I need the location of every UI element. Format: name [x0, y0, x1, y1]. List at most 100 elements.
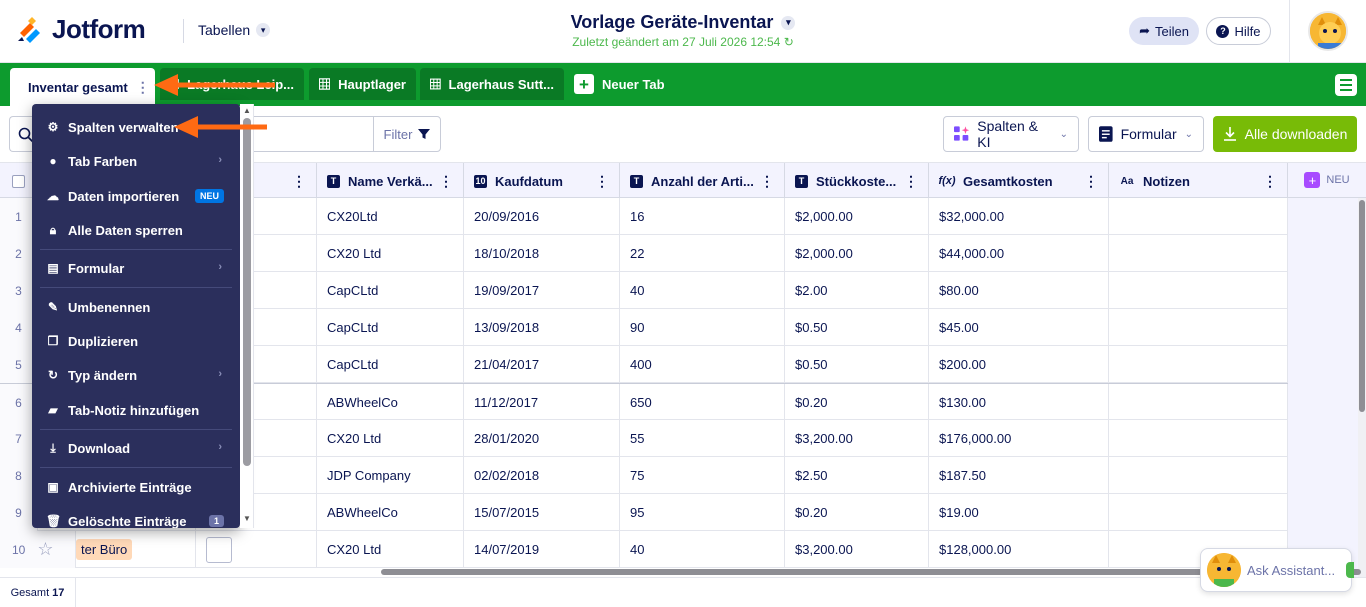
quantity-cell[interactable]: 75 [620, 457, 785, 494]
add-column-button[interactable]: + NEU [1288, 162, 1366, 198]
seller-cell[interactable]: CapCLtd [317, 272, 464, 309]
seller-cell[interactable]: CapCLtd [317, 346, 464, 383]
menu-item-import-data[interactable]: ☁ Daten importieren NEU [32, 181, 240, 211]
image-cell[interactable] [196, 531, 317, 568]
tab-menu-dots-icon[interactable]: ⋮ [136, 79, 150, 96]
seller-cell[interactable]: CX20 Ltd [317, 235, 464, 272]
seller-cell[interactable]: CapCLtd [317, 309, 464, 346]
column-header-total-cost[interactable]: f(x) Gesamtkosten ⋮ [929, 163, 1109, 199]
seller-cell[interactable]: ABWheelCo [317, 384, 464, 421]
total-cost-cell[interactable]: $176,000.00 [929, 420, 1109, 457]
column-menu-icon[interactable]: ⋮ [1084, 173, 1098, 190]
avatar[interactable] [1308, 11, 1348, 51]
unit-cost-cell[interactable]: $2.00 [785, 272, 929, 309]
horizontal-scrollbar[interactable] [0, 567, 1366, 577]
notes-cell[interactable] [1109, 494, 1288, 531]
column-header-unit-cost[interactable]: T Stückkoste... ⋮ [785, 163, 929, 199]
date-cell[interactable]: 13/09/2018 [464, 309, 620, 346]
select-all-checkbox[interactable] [12, 174, 25, 188]
column-menu-icon[interactable]: ⋮ [1263, 173, 1277, 190]
seller-cell[interactable]: ABWheelCo [317, 494, 464, 531]
total-cost-cell[interactable]: $200.00 [929, 346, 1109, 383]
date-cell[interactable]: 14/07/2019 [464, 531, 620, 568]
menu-item-duplicate[interactable]: ❐ Duplizieren [32, 326, 240, 356]
notes-cell[interactable] [1109, 235, 1288, 272]
form-button[interactable]: Formular ⌄ [1088, 116, 1204, 152]
quantity-cell[interactable]: 650 [620, 384, 785, 421]
seller-cell[interactable]: CX20 Ltd [317, 531, 464, 568]
unit-cost-cell[interactable]: $2,000.00 [785, 198, 929, 235]
notes-cell[interactable] [1109, 198, 1288, 235]
filter-button[interactable]: Filter [373, 116, 441, 152]
ask-assistant-button[interactable]: Ask Assistant... [1200, 548, 1352, 592]
scroll-down-icon[interactable]: ▼ [243, 514, 251, 523]
menu-item-add-tab-note[interactable]: ▰ Tab-Notiz hinzufügen [32, 395, 240, 425]
tab-lagerhaus-stuttgart[interactable]: Lagerhaus Sutt... [420, 68, 564, 100]
quantity-cell[interactable]: 16 [620, 198, 785, 235]
total-cost-cell[interactable]: $44,000.00 [929, 235, 1109, 272]
menu-item-download[interactable]: ⤓ Download › [32, 433, 240, 463]
quantity-cell[interactable]: 40 [620, 272, 785, 309]
unit-cost-cell[interactable]: $2.50 [785, 457, 929, 494]
menu-item-archived[interactable]: ▣ Archivierte Einträge [32, 472, 240, 502]
date-cell[interactable]: 02/02/2018 [464, 457, 620, 494]
column-menu-icon[interactable]: ⋮ [595, 173, 609, 190]
date-cell[interactable]: 21/04/2017 [464, 346, 620, 383]
column-menu-icon[interactable]: ⋮ [292, 173, 306, 190]
date-cell[interactable]: 15/07/2015 [464, 494, 620, 531]
unit-cost-cell[interactable]: $3,200.00 [785, 531, 929, 568]
menu-item-change-type[interactable]: ↻ Typ ändern › [32, 360, 240, 390]
quantity-cell[interactable]: 55 [620, 420, 785, 457]
columns-ai-button[interactable]: Spalten & KI ⌄ [943, 116, 1079, 152]
total-cost-cell[interactable]: $45.00 [929, 309, 1109, 346]
menu-item-tab-colors[interactable]: ● Tab Farben › [32, 146, 240, 176]
total-cost-cell[interactable]: $19.00 [929, 494, 1109, 531]
unit-cost-cell[interactable]: $0.50 [785, 346, 929, 383]
menu-scrollbar[interactable]: ▲ ▼ [240, 104, 254, 528]
notes-cell[interactable] [1109, 346, 1288, 383]
column-header-date[interactable]: 10 Kaufdatum ⋮ [464, 163, 620, 199]
unit-cost-cell[interactable]: $0.20 [785, 494, 929, 531]
broken-image-icon[interactable] [206, 536, 232, 563]
column-header-notes[interactable]: Aa Notizen ⋮ [1109, 163, 1288, 199]
date-cell[interactable]: 20/09/2016 [464, 198, 620, 235]
unit-cost-cell[interactable]: $3,200.00 [785, 420, 929, 457]
column-header-quantity[interactable]: T Anzahl der Arti... ⋮ [620, 163, 785, 199]
date-cell[interactable]: 18/10/2018 [464, 235, 620, 272]
total-cost-cell[interactable]: $80.00 [929, 272, 1109, 309]
date-cell[interactable]: 28/01/2020 [464, 420, 620, 457]
quantity-cell[interactable]: 40 [620, 531, 785, 568]
total-cost-cell[interactable]: $130.00 [929, 384, 1109, 421]
column-menu-icon[interactable]: ⋮ [439, 173, 453, 190]
table-row[interactable]: 10 ☆ ter Büro CX20 Ltd 14/07/2019 40 $3,200.00… [0, 531, 1288, 568]
notes-cell[interactable] [1109, 272, 1288, 309]
new-tab-button[interactable]: + Neuer Tab [574, 74, 665, 94]
notes-cell[interactable] [1109, 457, 1288, 494]
notes-cell[interactable] [1109, 420, 1288, 457]
seller-cell[interactable]: CX20Ltd [317, 198, 464, 235]
notes-cell[interactable] [1109, 309, 1288, 346]
help-button[interactable]: ? Hilfe [1206, 17, 1271, 45]
menu-item-rename[interactable]: ✎ Umbenennen [32, 292, 240, 322]
share-button[interactable]: ➦ Teilen [1129, 17, 1199, 45]
unit-cost-cell[interactable]: $2,000.00 [785, 235, 929, 272]
unit-cost-cell[interactable]: $0.50 [785, 309, 929, 346]
menu-item-deleted[interactable]: 🗑︎ Gelöschte Einträge 1 [32, 506, 240, 528]
column-header-seller[interactable]: T Name Verkä... ⋮ [317, 163, 464, 199]
seller-cell[interactable]: CX20 Ltd [317, 420, 464, 457]
date-cell[interactable]: 19/09/2017 [464, 272, 620, 309]
column-menu-icon[interactable]: ⋮ [760, 173, 774, 190]
menu-item-form[interactable]: ▤ Formular › [32, 253, 240, 283]
total-cost-cell[interactable]: $32,000.00 [929, 198, 1109, 235]
quantity-cell[interactable]: 400 [620, 346, 785, 383]
date-cell[interactable]: 11/12/2017 [464, 384, 620, 421]
download-all-button[interactable]: Alle downloaden [1213, 116, 1357, 152]
total-cost-cell[interactable]: $128,000.00 [929, 531, 1109, 568]
quantity-cell[interactable]: 22 [620, 235, 785, 272]
vertical-scrollbar[interactable] [1358, 198, 1366, 577]
menu-item-lock-data[interactable]: 🔒︎ Alle Daten sperren [32, 215, 240, 245]
quantity-cell[interactable]: 90 [620, 309, 785, 346]
tab-hauptlager[interactable]: Hauptlager [309, 68, 416, 100]
unit-cost-cell[interactable]: $0.20 [785, 384, 929, 421]
location-cell[interactable]: ter Büro [38, 531, 196, 568]
